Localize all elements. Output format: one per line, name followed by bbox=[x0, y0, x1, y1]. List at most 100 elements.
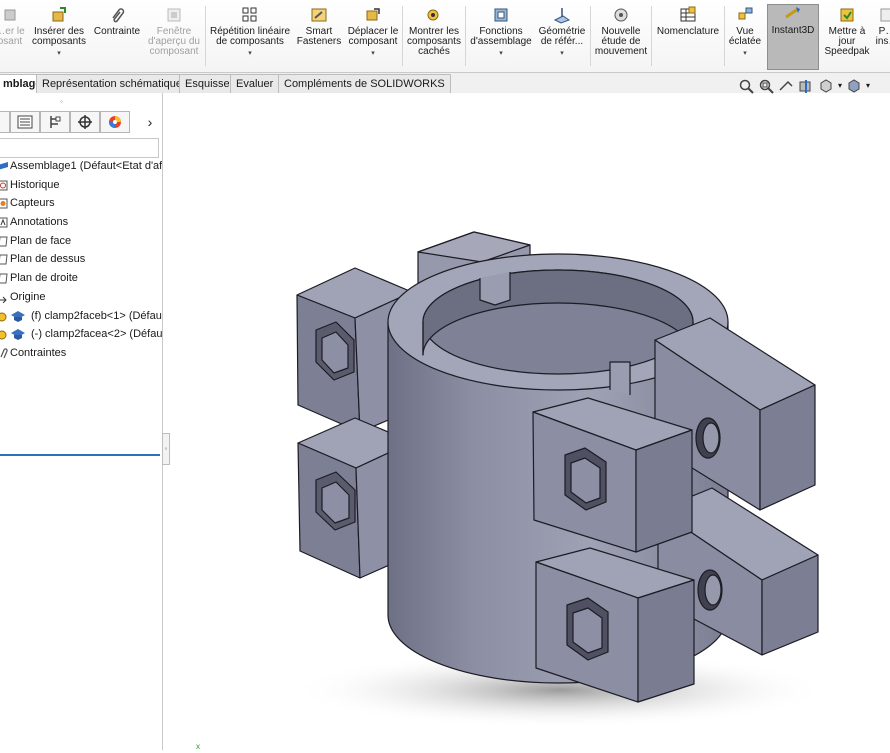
tab-dimxpert-manager[interactable] bbox=[70, 111, 100, 133]
tree-item-label: (f) clamp2faceb<1> (Défaut< bbox=[31, 309, 162, 322]
component-preview-window-button[interactable]: Fenêtre d'aperçu du composant bbox=[144, 6, 204, 68]
exploded-view-button[interactable]: Vue éclatée ▾ bbox=[726, 6, 764, 68]
zoom-to-area-icon[interactable] bbox=[758, 78, 774, 94]
component-icon bbox=[880, 8, 890, 22]
chevron-down-icon[interactable]: ▾ bbox=[560, 49, 564, 59]
crosshair-icon bbox=[78, 115, 92, 129]
linear-component-pattern-button[interactable]: Répétition linéaire de composants ▾ bbox=[207, 6, 293, 68]
tree-item-sensors[interactable]: Capteurs bbox=[0, 194, 162, 213]
insert-component-icon bbox=[52, 7, 66, 22]
tab-feature-manager[interactable] bbox=[0, 111, 10, 133]
exploded-view-icon bbox=[738, 7, 753, 20]
reference-geometry-icon bbox=[553, 8, 571, 24]
ribbon-button-partial-left[interactable]: …er le osant bbox=[0, 6, 26, 68]
ribbon-separator bbox=[651, 6, 652, 66]
assembly-model[interactable] bbox=[163, 93, 890, 750]
chevron-down-icon[interactable]: ▾ bbox=[248, 49, 252, 59]
speedpak-icon bbox=[840, 8, 854, 22]
tree-item-label: Plan de droite bbox=[10, 272, 78, 285]
part-icon bbox=[11, 329, 25, 341]
tree-item-annotations[interactable]: Annotations bbox=[0, 213, 162, 232]
tab-sketch[interactable]: Esquisse bbox=[179, 74, 236, 93]
expand-warning-icon bbox=[0, 312, 7, 321]
tab-schematic-representation[interactable]: Représentation schématique bbox=[36, 74, 189, 93]
mates-icon bbox=[0, 348, 8, 359]
bill-of-materials-button[interactable]: Nomenclature bbox=[653, 6, 723, 68]
ribbon-label: Contrainte bbox=[93, 26, 141, 37]
smart-fasteners-button[interactable]: Smart Fasteners bbox=[296, 6, 342, 68]
tree-item-label: Origine bbox=[10, 290, 46, 303]
tree-item-top-plane[interactable]: Plan de dessus bbox=[0, 250, 162, 269]
mate-button[interactable]: Contrainte bbox=[90, 6, 144, 68]
assembly-features-button[interactable]: Fonctions d'assemblage ▾ bbox=[467, 6, 535, 68]
ribbon-separator bbox=[724, 6, 725, 66]
zoom-to-fit-icon[interactable] bbox=[738, 78, 754, 94]
panel-tabs: › bbox=[0, 111, 162, 135]
component-icon bbox=[4, 9, 16, 21]
property-manager-icon bbox=[17, 115, 33, 129]
insert-components-button[interactable]: Insérer des composants ▾ bbox=[30, 6, 88, 68]
feature-tree: Assemblage1 (Défaut<Etat d'affic Histori… bbox=[0, 157, 162, 363]
chevron-down-icon[interactable]: ▾ bbox=[371, 49, 375, 59]
history-icon bbox=[0, 180, 8, 191]
move-component-button[interactable]: Déplacer le composant ▾ bbox=[345, 6, 401, 68]
tree-item-mates[interactable]: Contraintes bbox=[0, 344, 162, 363]
ribbon-label: Mettre à jour Speedpak bbox=[824, 26, 870, 57]
reference-geometry-button[interactable]: Géométrie de référ... ▾ bbox=[535, 6, 589, 68]
ribbon-label: Répétition linéaire de composants bbox=[209, 26, 291, 47]
chevron-right-icon: › bbox=[147, 114, 153, 130]
plane-icon bbox=[0, 254, 8, 265]
chevron-down-icon[interactable]: ▾ bbox=[743, 49, 747, 59]
panel-grip-icon[interactable]: ◦ bbox=[60, 97, 63, 106]
section-view-icon[interactable] bbox=[798, 78, 814, 94]
tree-filter-input[interactable] bbox=[0, 138, 159, 158]
tree-item-component[interactable]: (-) clamp2facea<2> (Défaut< bbox=[0, 325, 162, 344]
tree-item-label: Contraintes bbox=[10, 346, 67, 359]
tree-selection-line bbox=[0, 454, 160, 456]
command-manager-ribbon: …er le osant Insérer des composants ▾ Co… bbox=[0, 0, 890, 73]
tree-item-origin[interactable]: Origine bbox=[0, 288, 162, 307]
tab-evaluate[interactable]: Evaluer bbox=[230, 74, 280, 93]
previous-view-icon[interactable] bbox=[778, 78, 794, 94]
ribbon-label: P… ins… bbox=[875, 26, 890, 47]
ribbon-button-partial-right[interactable]: P… ins… bbox=[874, 6, 890, 68]
ribbon-separator bbox=[465, 6, 466, 66]
chevron-down-icon[interactable]: ▾ bbox=[57, 49, 61, 59]
smart-fastener-icon bbox=[311, 8, 327, 22]
display-style-icon[interactable] bbox=[846, 78, 862, 94]
ribbon-label: Fonctions d'assemblage bbox=[470, 26, 532, 47]
tree-item-component[interactable]: (f) clamp2faceb<1> (Défaut< bbox=[0, 307, 162, 326]
feature-manager-panel: ◦ › Assemblage1 (Défaut<Etat d'affic His… bbox=[0, 93, 163, 750]
origin-icon bbox=[0, 296, 7, 303]
panel-tabs-scroll-right[interactable]: › bbox=[138, 111, 162, 133]
instant3d-button[interactable]: Instant3D bbox=[767, 4, 819, 70]
tab-solidworks-addins[interactable]: Compléments de SOLIDWORKS bbox=[278, 74, 451, 93]
show-hidden-icon bbox=[427, 9, 439, 21]
tree-item-label: (-) clamp2facea<2> (Défaut< bbox=[31, 328, 162, 341]
tab-property-manager[interactable] bbox=[10, 111, 40, 133]
tree-item-history[interactable]: Historique bbox=[0, 176, 162, 195]
ribbon-separator bbox=[590, 6, 591, 66]
ribbon-label: Nouvelle étude de mouvement bbox=[594, 26, 648, 57]
view-orientation-icon[interactable] bbox=[818, 78, 834, 94]
ribbon-label: Géométrie de référ... bbox=[538, 26, 586, 47]
show-hidden-components-button[interactable]: Montrer les composants cachés bbox=[404, 6, 464, 68]
paperclip-icon bbox=[112, 8, 125, 23]
new-motion-study-button[interactable]: Nouvelle étude de mouvement bbox=[592, 6, 650, 68]
part-icon bbox=[11, 310, 25, 322]
ribbon-label: Déplacer le composant bbox=[347, 26, 399, 47]
update-speedpak-button[interactable]: Mettre à jour Speedpak bbox=[822, 6, 872, 68]
tab-display-manager[interactable] bbox=[100, 111, 130, 133]
tree-item-right-plane[interactable]: Plan de droite bbox=[0, 269, 162, 288]
sensor-icon bbox=[0, 198, 8, 209]
tab-configuration-manager[interactable] bbox=[40, 111, 70, 133]
instant3d-icon bbox=[785, 7, 800, 19]
tree-item-assembly[interactable]: Assemblage1 (Défaut<Etat d'affic bbox=[0, 157, 162, 176]
tree-item-front-plane[interactable]: Plan de face bbox=[0, 232, 162, 251]
tree-item-label: Annotations bbox=[10, 216, 69, 229]
ribbon-label: Nomenclature bbox=[656, 26, 720, 37]
graphics-area[interactable] bbox=[163, 93, 890, 750]
ribbon-label: Insérer des composants bbox=[32, 26, 86, 47]
chevron-down-icon[interactable]: ▾ bbox=[499, 49, 503, 59]
bom-table-icon bbox=[680, 6, 696, 22]
